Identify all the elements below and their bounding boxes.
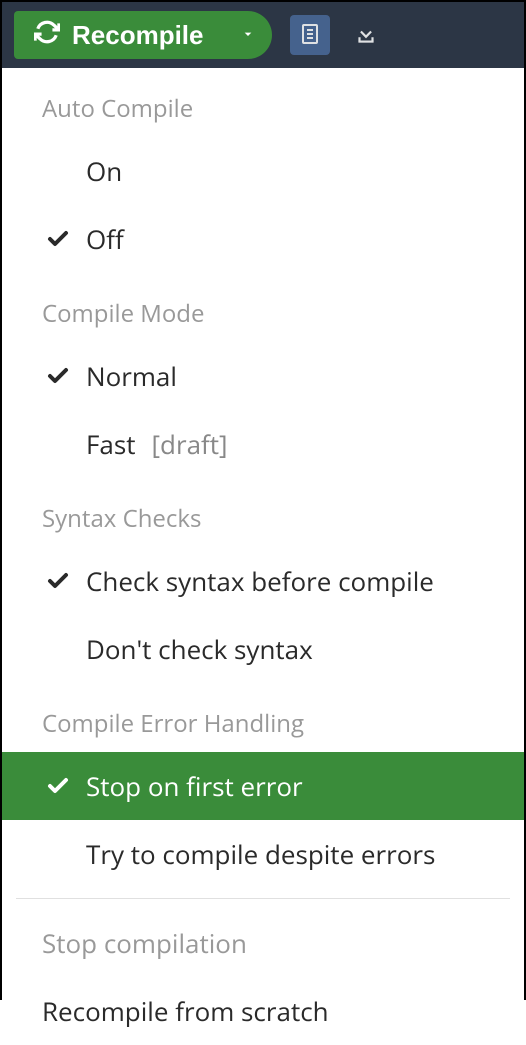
menu-item-auto-compile-off[interactable]: Off [2,205,524,273]
menu-item-label: Stop on first error [86,768,303,804]
section-header-auto-compile: Auto Compile [2,68,524,137]
menu-item-label: Fast [86,426,136,462]
recompile-button-label: Recompile [72,20,204,51]
menu-item-compile-mode-fast[interactable]: Fast [draft] [2,410,524,478]
menu-item-label: Don't check syntax [86,631,313,667]
document-icon [298,22,322,49]
menu-item-error-try[interactable]: Try to compile despite errors [2,820,524,888]
check-icon [46,364,78,388]
menu-item-sublabel: [draft] [152,426,228,462]
menu-action-recompile-scratch[interactable]: Recompile from scratch [2,977,524,1045]
menu-item-label: Try to compile despite errors [86,836,435,872]
menu-item-label: Check syntax before compile [86,563,434,599]
toolbar: Recompile [2,2,524,68]
menu-item-label: Off [86,221,124,257]
download-button[interactable] [344,13,388,57]
menu-item-error-stop[interactable]: Stop on first error [2,752,524,820]
view-logs-button[interactable] [290,15,330,55]
check-icon [46,774,78,798]
menu-item-auto-compile-on[interactable]: On [2,137,524,205]
menu-item-compile-mode-normal[interactable]: Normal [2,342,524,410]
recompile-dropdown-menu: Auto Compile On Off Compile Mode Normal … [2,68,524,1045]
section-header-error-handling: Compile Error Handling [2,683,524,752]
check-icon [46,569,78,593]
menu-action-stop-compilation[interactable]: Stop compilation [2,909,524,977]
menu-item-label: On [86,153,122,189]
menu-item-syntax-dont-check[interactable]: Don't check syntax [2,615,524,683]
menu-item-label: Normal [86,358,177,394]
refresh-icon [34,19,60,52]
section-header-syntax-checks: Syntax Checks [2,478,524,547]
check-icon [46,227,78,251]
download-icon [353,21,379,50]
recompile-button[interactable]: Recompile [14,11,224,59]
menu-divider [16,898,510,899]
section-header-compile-mode: Compile Mode [2,273,524,342]
recompile-dropdown-button[interactable] [224,11,272,59]
menu-item-syntax-check[interactable]: Check syntax before compile [2,547,524,615]
caret-down-icon [240,26,256,45]
